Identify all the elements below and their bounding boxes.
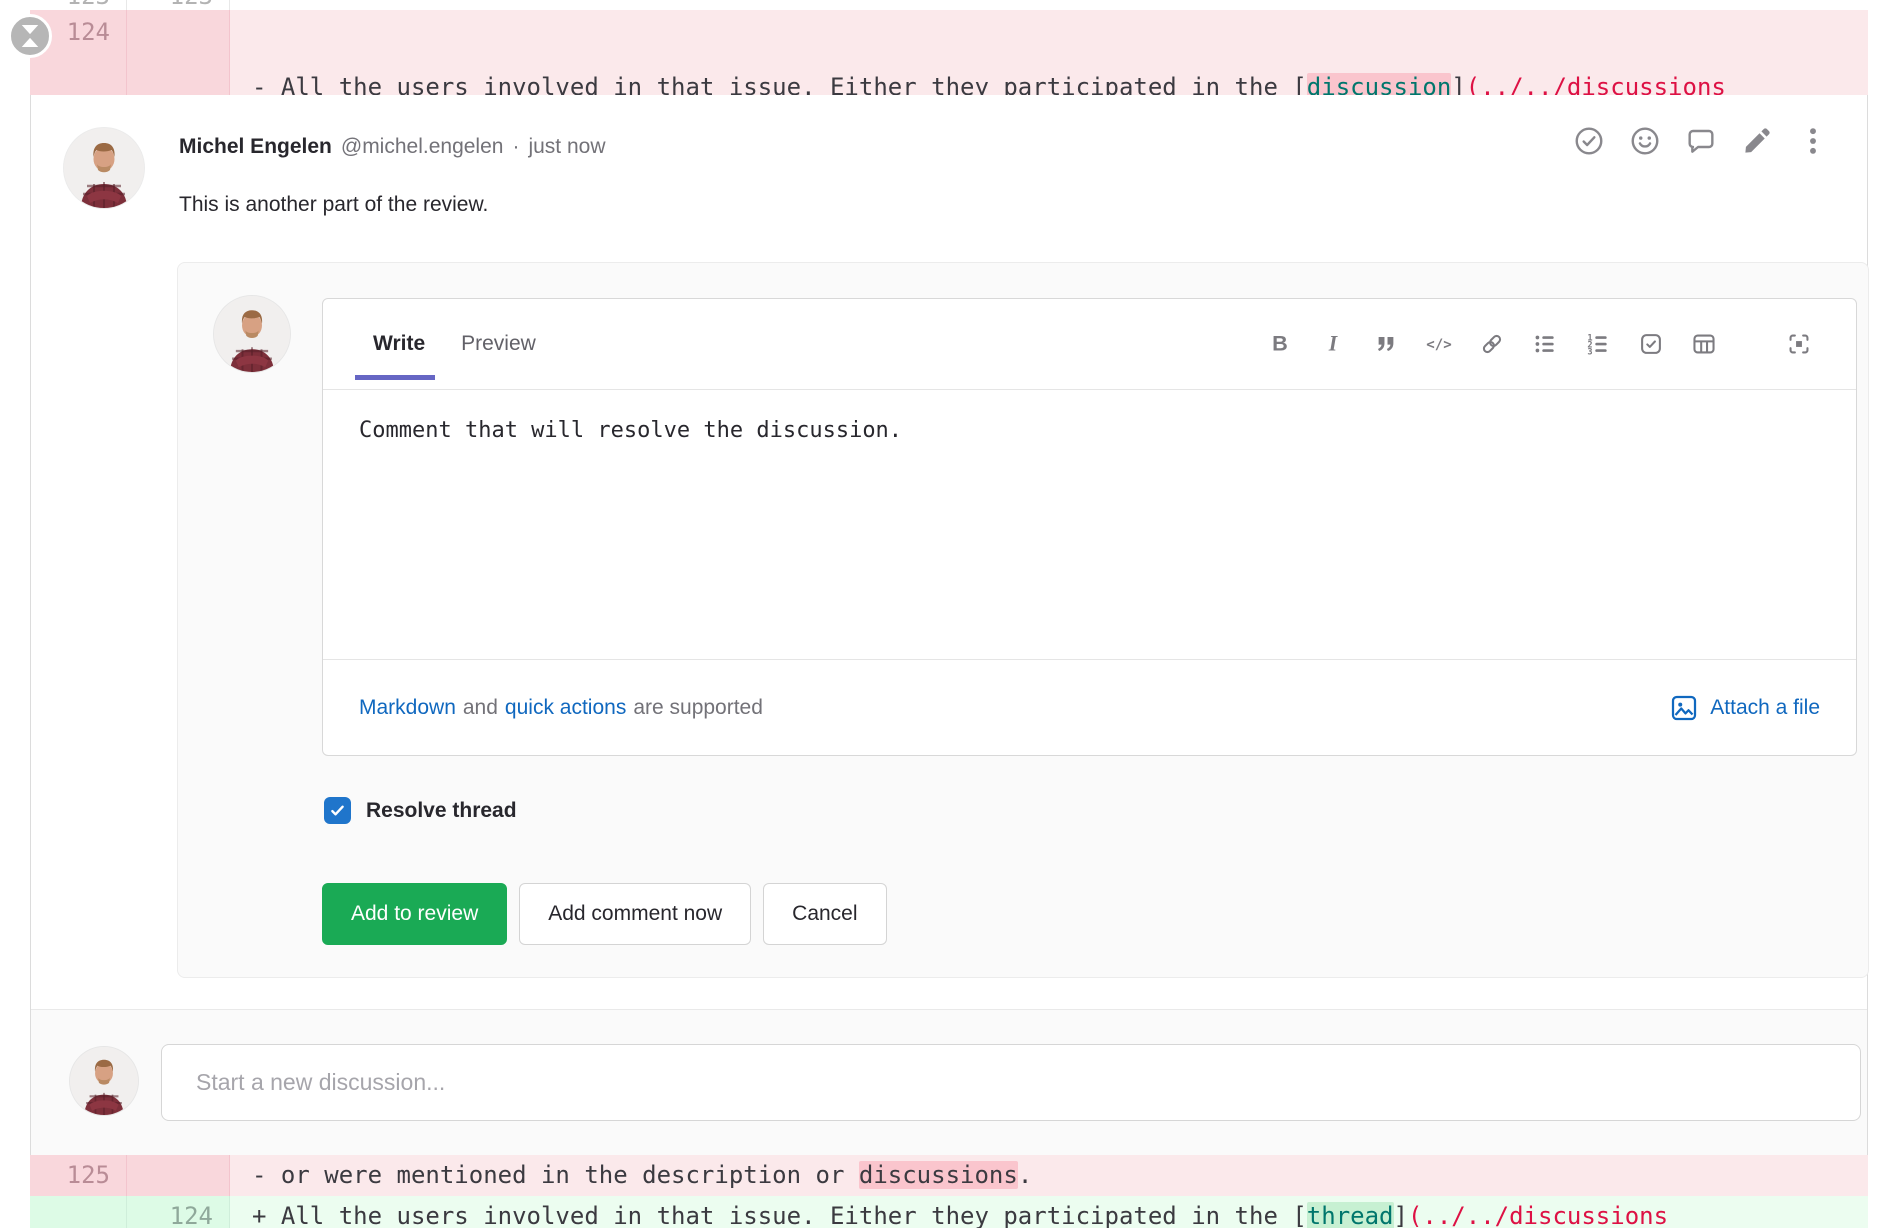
- cancel-button[interactable]: Cancel: [763, 883, 886, 945]
- comment-actions: [1571, 123, 1831, 159]
- author-name[interactable]: Michel Engelen: [179, 135, 332, 159]
- comment-icon[interactable]: [1683, 123, 1719, 159]
- comment-textarea[interactable]: Comment that will resolve the discussion…: [323, 390, 1856, 659]
- diff-context-row: 123 123: [30, 0, 1868, 10]
- code-token: discussion: [1307, 73, 1452, 95]
- task-list-icon[interactable]: [1636, 329, 1666, 359]
- resolve-thread-control: Resolve thread: [324, 797, 517, 824]
- current-user-avatar: [214, 296, 290, 372]
- attach-image-icon: [1669, 693, 1699, 723]
- and-text: and: [463, 696, 498, 720]
- comment-body: This is another part of the review.: [179, 193, 488, 217]
- diff-code-cell: [230, 0, 1868, 10]
- merge-request-diff-discussion-view: 123 123 124 - All the users involved in …: [0, 0, 1898, 1228]
- markdown-link[interactable]: Markdown: [359, 696, 456, 720]
- add-comment-now-button[interactable]: Add comment now: [519, 883, 751, 945]
- new-line-number: 124: [170, 1202, 213, 1228]
- resolve-thread-checkbox[interactable]: [324, 797, 351, 824]
- old-line-number-cell[interactable]: 125: [30, 1155, 127, 1196]
- more-actions-icon[interactable]: [1795, 123, 1831, 159]
- svg-text:3: 3: [1587, 348, 1592, 357]
- markdown-editor: Write Preview B I </> 123 Comment that will…: [322, 298, 1857, 756]
- code-token: - All the users involved in that issue. …: [252, 73, 1307, 95]
- diff-table-bottom: 125 - or were mentioned in the descripti…: [30, 1155, 1868, 1228]
- code-token: ]: [1451, 73, 1465, 95]
- resolved-check-icon[interactable]: [1571, 123, 1607, 159]
- resolve-thread-label: Resolve thread: [366, 799, 517, 823]
- comment-author-avatar[interactable]: [64, 128, 144, 208]
- svg-text:I: I: [1328, 332, 1339, 356]
- start-discussion-input[interactable]: [161, 1044, 1861, 1121]
- svg-text:B: B: [1272, 331, 1288, 356]
- quote-icon[interactable]: [1371, 329, 1401, 359]
- tab-write[interactable]: Write: [371, 299, 427, 389]
- collapse-icon: [19, 23, 41, 49]
- edit-icon[interactable]: [1739, 123, 1775, 159]
- new-line-number-cell: [127, 1155, 230, 1196]
- table-icon[interactable]: [1689, 329, 1719, 359]
- diff-removed-row: 124 - All the users involved in that iss…: [30, 10, 1868, 95]
- tab-preview[interactable]: Preview: [459, 299, 538, 389]
- code-token: thread: [1307, 1202, 1394, 1228]
- old-line-number-cell: 123: [30, 0, 127, 10]
- formatting-toolbar: B I </> 123: [1265, 299, 1814, 389]
- new-discussion-section: [31, 1009, 1867, 1155]
- code-token: - or were mentioned in the description o…: [252, 1161, 859, 1189]
- link-icon[interactable]: [1477, 329, 1507, 359]
- new-line-number: 123: [170, 0, 213, 10]
- diff-added-row: 124 + All the users involved in that iss…: [30, 1196, 1868, 1228]
- code-token: ]: [1394, 1202, 1408, 1228]
- numbered-list-icon[interactable]: 123: [1583, 329, 1613, 359]
- meta-separator: ·: [512, 135, 519, 159]
- code-token: .: [1018, 1161, 1032, 1189]
- old-line-number: 123: [67, 0, 110, 10]
- quick-actions-link[interactable]: quick actions: [505, 696, 626, 720]
- new-line-number-cell: [127, 10, 230, 95]
- diff-removed-row: 125 - or were mentioned in the descripti…: [30, 1155, 1868, 1196]
- author-username[interactable]: @michel.engelen: [341, 135, 504, 159]
- markdown-support-note: Markdown and quick actions are supported: [359, 696, 763, 720]
- old-line-number: 125: [67, 1161, 110, 1189]
- code-icon[interactable]: </>: [1424, 329, 1454, 359]
- diff-code-line: - or were mentioned in the description o…: [230, 1155, 1868, 1196]
- code-token: discussions: [859, 1161, 1018, 1189]
- diff-code-cell: - All the users involved in that issue. …: [230, 10, 1868, 95]
- supported-text: are supported: [633, 696, 763, 720]
- comment-timestamp[interactable]: just now: [528, 135, 605, 159]
- svg-text:</>: </>: [1426, 337, 1451, 353]
- collapse-diff-lines-button[interactable]: [8, 14, 52, 58]
- attach-file-button[interactable]: Attach a file: [1669, 693, 1820, 723]
- editor-tabs: Write Preview: [371, 299, 538, 389]
- code-token: (../../discussions: [1466, 73, 1726, 95]
- emoji-icon[interactable]: [1627, 123, 1663, 159]
- comment-header: Michel Engelen @michel.engelen · just no…: [179, 135, 606, 159]
- form-buttons: Add to review Add comment now Cancel: [322, 883, 887, 945]
- current-user-avatar: [70, 1047, 138, 1115]
- diff-code-line: - All the users involved in that issue. …: [230, 66, 1868, 95]
- diff-table-top: 123 123 124 - All the users involved in …: [30, 0, 1868, 95]
- reply-form: Write Preview B I </> 123 Comment that will…: [177, 262, 1869, 978]
- add-to-review-button[interactable]: Add to review: [322, 883, 507, 945]
- bold-icon[interactable]: B: [1265, 329, 1295, 359]
- new-line-number-cell: 123: [127, 0, 230, 10]
- old-line-number-cell: [30, 1196, 127, 1228]
- discussion-notes-section: Michel Engelen @michel.engelen · just no…: [30, 95, 1868, 1155]
- new-line-number-cell[interactable]: 124: [127, 1196, 230, 1228]
- editor-header: Write Preview B I </> 123: [323, 299, 1856, 390]
- old-line-number: 124: [67, 18, 110, 46]
- editor-footer: Markdown and quick actions are supported…: [323, 659, 1856, 755]
- code-token: + All the users involved in that issue. …: [252, 1202, 1307, 1228]
- italic-icon[interactable]: I: [1318, 329, 1348, 359]
- diff-code-line: + All the users involved in that issue. …: [230, 1196, 1868, 1228]
- fullscreen-icon[interactable]: [1784, 329, 1814, 359]
- bullet-list-icon[interactable]: [1530, 329, 1560, 359]
- attach-file-label: Attach a file: [1710, 696, 1820, 720]
- code-token: (../../discussions: [1408, 1202, 1668, 1228]
